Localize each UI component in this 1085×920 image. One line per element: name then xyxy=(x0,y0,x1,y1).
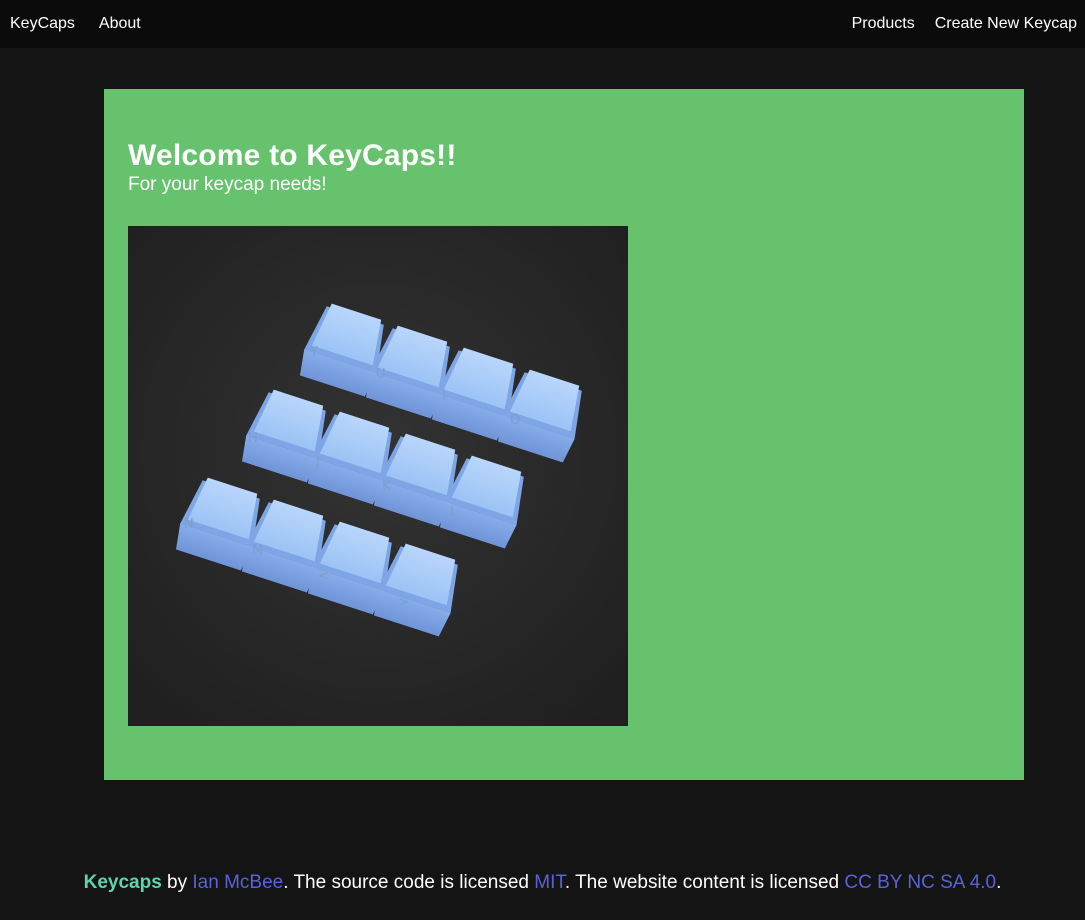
footer-by-text: by xyxy=(161,872,193,893)
key-legend: J xyxy=(315,455,320,470)
key-legend: O xyxy=(510,413,520,428)
key-legend: K xyxy=(382,479,391,494)
footer-brand: Keycaps xyxy=(83,872,162,893)
hero-title: Welcome to KeyCaps!! xyxy=(128,139,457,172)
navbar: KeyCaps About Products Create New Keycap xyxy=(0,0,1085,48)
key-legend: I xyxy=(442,389,446,404)
nav-left: KeyCaps About xyxy=(0,0,151,48)
key-legend: L xyxy=(450,505,458,520)
nav-products-link[interactable]: Products xyxy=(840,0,923,48)
keycaps-illustration: Y U I O H J K L N M < > xyxy=(128,226,628,726)
hero-subtitle: For your keycap needs! xyxy=(128,174,327,195)
footer-end-text: . xyxy=(996,872,1002,893)
key-legend: Y xyxy=(309,345,318,360)
key-legend: N xyxy=(184,517,194,532)
footer-mit-license-link[interactable]: MIT xyxy=(534,872,565,893)
footer-source-text: . The source code is licensed xyxy=(283,872,535,893)
footer-author-link[interactable]: Ian McBee xyxy=(192,872,283,893)
key-legend: H xyxy=(248,431,258,446)
footer-cc-license-link[interactable]: CC BY NC SA 4.0 xyxy=(844,872,996,893)
nav-brand-link[interactable]: KeyCaps xyxy=(0,0,87,48)
key-legend: U xyxy=(376,367,386,382)
footer: Keycaps by Ian McBee. The source code is… xyxy=(0,869,1085,897)
key-legend: M xyxy=(252,543,263,558)
hero-section: Welcome to KeyCaps!! For your keycap nee… xyxy=(104,89,1024,780)
nav-about-link[interactable]: About xyxy=(87,0,151,48)
key-legend: < xyxy=(318,569,329,584)
nav-create-keycap-link[interactable]: Create New Keycap xyxy=(923,0,1085,48)
key-legend: > xyxy=(398,595,409,610)
keycaps-photo: Y U I O H J K L N M < > xyxy=(128,226,628,726)
footer-content-text: . The website content is licensed xyxy=(564,872,845,893)
nav-right: Products Create New Keycap xyxy=(840,0,1085,48)
